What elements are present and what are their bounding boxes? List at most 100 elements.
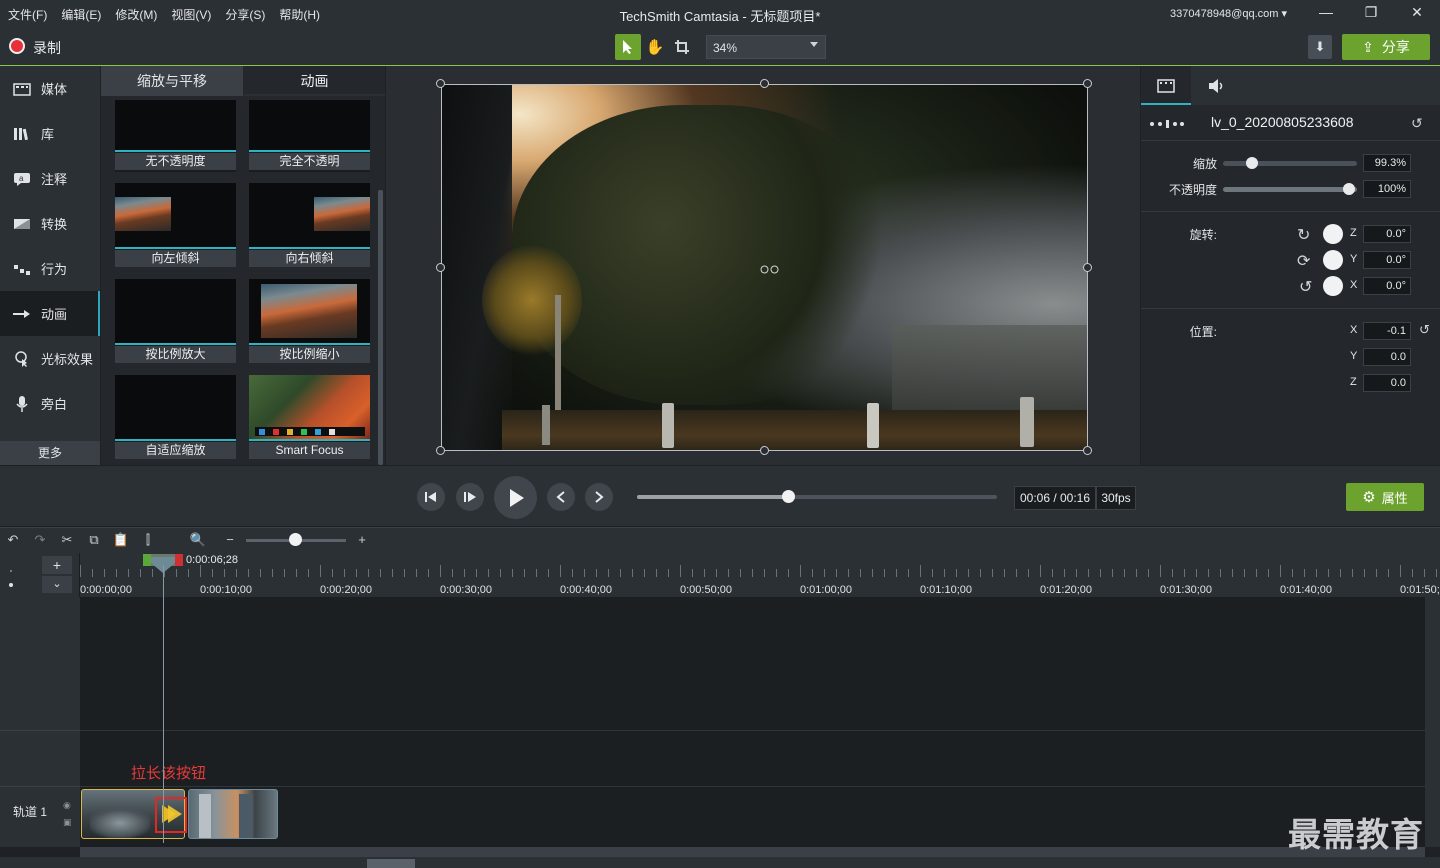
previous-marker-icon[interactable] [547, 483, 575, 511]
animation-icon [12, 306, 32, 322]
rotation-z-field[interactable]: 0.0° [1363, 225, 1411, 243]
ruler-tick-label: 0:01:40;00 [1280, 584, 1332, 596]
anim-tile-smart-focus[interactable]: Smart Focus [249, 375, 370, 459]
lock-icon[interactable]: ▣ [63, 817, 72, 828]
timeline-tracks[interactable] [80, 597, 1440, 847]
sidebar-label: 行为 [41, 262, 68, 277]
sidebar-item-behavior[interactable]: 行为 [0, 246, 100, 291]
reset-icon[interactable]: ↺ [1411, 115, 1423, 132]
restore-icon[interactable]: ❐ [1359, 4, 1383, 24]
download-icon[interactable]: ⬇ [1308, 35, 1332, 59]
undo-icon[interactable]: ↶ [4, 531, 22, 549]
sidebar-item-annotation[interactable]: a 注释 [0, 156, 100, 201]
sidebar-item-animation[interactable]: 动画 [0, 291, 100, 336]
paste-icon[interactable]: 📋 [112, 531, 130, 549]
anim-tile-tilt-right[interactable]: 向右倾斜 [249, 183, 370, 267]
highlight-box [155, 797, 187, 833]
track-name[interactable]: 轨道 1 [0, 803, 60, 820]
opacity-slider-knob[interactable] [1343, 183, 1355, 195]
chevron-down-icon[interactable]: ⌄ [42, 576, 72, 593]
tab-animations[interactable]: 动画 [244, 66, 385, 96]
tile-caption: 无不透明度 [115, 153, 236, 170]
rotation-x-dial[interactable] [1323, 276, 1343, 296]
minimize-icon[interactable]: — [1314, 4, 1338, 24]
split-icon[interactable]: ⫿ [139, 531, 157, 549]
tab-audio-properties[interactable] [1191, 66, 1241, 105]
scrub-knob[interactable] [782, 490, 795, 503]
step-back-icon[interactable] [417, 483, 445, 511]
rotation-center-handle[interactable] [760, 263, 780, 274]
scale-field[interactable]: 99.3% [1363, 154, 1411, 172]
resize-handle[interactable] [436, 79, 445, 88]
resize-handle[interactable] [760, 446, 769, 455]
sidebar-item-media[interactable]: 媒体 [0, 66, 100, 111]
close-icon[interactable]: ✕ [1405, 4, 1429, 24]
record-icon[interactable] [9, 38, 25, 54]
timeline-zoom-knob[interactable] [289, 533, 302, 546]
redo-icon[interactable]: ↷ [31, 531, 49, 549]
account-menu[interactable]: 3370478948@qq.com ▾ [1170, 7, 1287, 20]
resize-handle[interactable] [436, 263, 445, 272]
anim-tile-scale-up[interactable]: 按比例放大 [115, 279, 236, 363]
rotation-y-dial[interactable] [1323, 250, 1343, 270]
video-clip-2[interactable] [188, 789, 278, 839]
scale-slider[interactable] [1223, 161, 1357, 166]
gear-icon: ⚙ [1362, 489, 1376, 506]
track-height-icon[interactable] [8, 561, 14, 589]
horizontal-scrollbar[interactable] [80, 847, 1425, 857]
playhead-line[interactable] [163, 565, 164, 843]
resize-handle[interactable] [436, 446, 445, 455]
position-x-field[interactable]: -0.1 [1363, 322, 1411, 340]
sidebar-item-voice-narration[interactable]: 旁白 [0, 381, 100, 426]
rotation-z-dial[interactable] [1323, 224, 1343, 244]
opacity-field[interactable]: 100% [1363, 180, 1411, 198]
sidebar-item-library[interactable]: 库 [0, 111, 100, 156]
vertical-scrollbar[interactable] [1425, 597, 1440, 847]
reset-position-icon[interactable]: ↺ [1419, 322, 1430, 338]
scroll-thumb[interactable] [367, 859, 415, 868]
anim-tile-no-opacity[interactable]: 无不透明度 [115, 100, 236, 172]
select-tool-icon[interactable] [615, 34, 641, 60]
zoom-search-icon[interactable]: 🔍 [189, 531, 207, 549]
film-icon [1157, 79, 1175, 96]
scale-slider-knob[interactable] [1246, 157, 1258, 169]
library-scrollbar[interactable] [378, 190, 383, 465]
anim-tile-scale-to-fit[interactable]: 自适应缩放 [115, 375, 236, 459]
properties-button[interactable]: ⚙ 属性 [1346, 483, 1424, 511]
play-icon[interactable] [494, 476, 537, 519]
tab-visual-properties[interactable] [1141, 66, 1191, 105]
next-marker-icon[interactable] [585, 483, 613, 511]
clip-type-icon [1149, 118, 1185, 132]
anim-tile-full-opacity[interactable]: 完全不透明 [249, 100, 370, 172]
opacity-slider[interactable] [1223, 187, 1357, 192]
anim-tile-scale-down[interactable]: 按比例缩小 [249, 279, 370, 363]
zoom-in-icon[interactable]: + [353, 531, 371, 549]
cut-icon[interactable]: ✂ [58, 531, 76, 549]
pan-tool-icon[interactable]: ✋ [642, 34, 668, 60]
zoom-select[interactable]: 34% [706, 35, 826, 59]
zoom-out-icon[interactable]: − [221, 531, 239, 549]
record-button[interactable]: 录制 [33, 38, 61, 58]
more-button[interactable]: 更多 [0, 441, 100, 465]
resize-handle[interactable] [1083, 263, 1092, 272]
ruler-tick-label: 0:00:00;00 [80, 584, 132, 596]
tab-zoom-and-pan[interactable]: 缩放与平移 [101, 66, 243, 96]
eye-icon[interactable]: ◉ [63, 800, 71, 811]
sidebar-item-transition[interactable]: 转换 [0, 201, 100, 246]
anim-tile-tilt-left[interactable]: 向左倾斜 [115, 183, 236, 267]
resize-handle[interactable] [1083, 446, 1092, 455]
svg-text:a: a [19, 174, 24, 183]
share-button[interactable]: ⇪ 分享 [1342, 34, 1430, 60]
step-forward-icon[interactable] [456, 483, 484, 511]
position-y-field[interactable]: 0.0 [1363, 348, 1411, 366]
rotation-y-field[interactable]: 0.0° [1363, 251, 1411, 269]
add-track-icon[interactable]: + [42, 556, 72, 574]
timeline-ruler[interactable]: 0:00:00;00 0:00:10;00 0:00:20;00 0:00:30;00… [80, 553, 1440, 597]
position-z-field[interactable]: 0.0 [1363, 374, 1411, 392]
copy-icon[interactable]: ⧉ [85, 531, 103, 549]
crop-tool-icon[interactable] [669, 34, 695, 60]
rotation-x-field[interactable]: 0.0° [1363, 277, 1411, 295]
sidebar-item-cursor-effects[interactable]: 光标效果 [0, 336, 100, 381]
resize-handle[interactable] [760, 79, 769, 88]
resize-handle[interactable] [1083, 79, 1092, 88]
